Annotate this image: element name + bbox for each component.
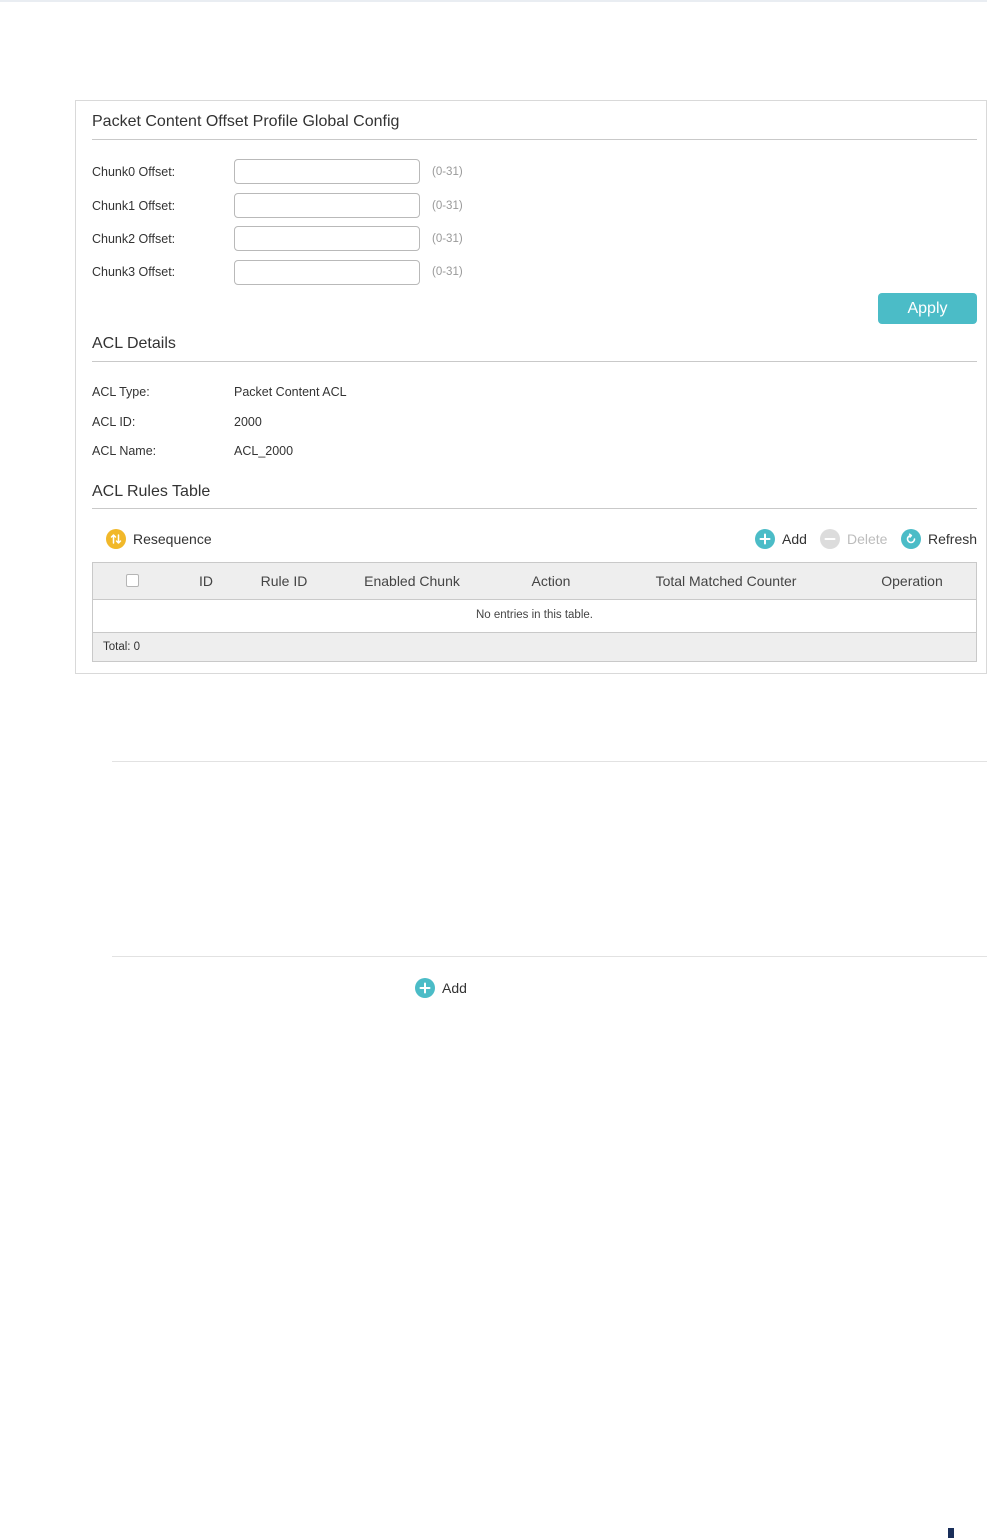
add-rule-label: Add: [782, 531, 807, 547]
column-header-id[interactable]: ID: [171, 563, 241, 600]
lower-add-button[interactable]: Add: [415, 978, 467, 998]
refresh-button[interactable]: Refresh: [901, 529, 977, 549]
column-header-operation[interactable]: Operation: [847, 563, 977, 600]
chunk3-offset-input[interactable]: [234, 260, 420, 285]
chunk0-offset-hint: (0-31): [432, 166, 463, 178]
acl-config-panel: Packet Content Offset Profile Global Con…: [75, 100, 987, 674]
chunk0-offset-label: Chunk0 Offset:: [92, 165, 176, 179]
acl-details-divider: [92, 361, 977, 362]
resequence-icon: [106, 529, 126, 549]
lower-divider-2: [112, 956, 987, 957]
plus-icon: [755, 529, 775, 549]
refresh-icon: [901, 529, 921, 549]
resequence-label: Resequence: [133, 531, 212, 547]
chunk2-offset-label: Chunk2 Offset:: [92, 232, 176, 246]
top-divider: [0, 0, 987, 2]
chunk1-offset-label: Chunk1 Offset:: [92, 199, 176, 213]
lower-add-label: Add: [442, 980, 467, 996]
acl-id-label: ACL ID:: [92, 415, 136, 429]
global-config-divider: [92, 139, 977, 140]
column-header-action[interactable]: Action: [497, 563, 605, 600]
acl-name-label: ACL Name:: [92, 444, 157, 458]
column-header-rule-id[interactable]: Rule ID: [241, 563, 327, 600]
chunk3-offset-label: Chunk3 Offset:: [92, 265, 176, 279]
apply-button[interactable]: Apply: [878, 293, 977, 324]
chunk2-offset-input[interactable]: [234, 226, 420, 251]
delete-rule-button[interactable]: Delete: [820, 529, 887, 549]
plus-icon: [415, 978, 435, 998]
column-header-enabled-chunk[interactable]: Enabled Chunk: [327, 563, 497, 600]
acl-id-value: 2000: [234, 415, 262, 429]
chunk0-offset-input[interactable]: [234, 159, 420, 184]
acl-type-value: Packet Content ACL: [234, 385, 347, 399]
select-all-checkbox[interactable]: [126, 574, 139, 587]
refresh-label: Refresh: [928, 531, 978, 547]
acl-details-title: ACL Details: [92, 335, 176, 352]
corner-mark: [948, 1528, 954, 1538]
chunk3-offset-hint: (0-31): [432, 266, 463, 278]
global-config-title: Packet Content Offset Profile Global Con…: [92, 113, 400, 130]
chunk2-offset-hint: (0-31): [432, 233, 463, 245]
delete-rule-label: Delete: [847, 531, 888, 547]
table-header: ID Rule ID Enabled Chunk Action Total Ma…: [93, 563, 976, 600]
rules-table-divider: [92, 508, 977, 509]
minus-icon: [820, 529, 840, 549]
empty-table-message: No entries in this table.: [476, 609, 593, 621]
acl-type-label: ACL Type:: [92, 385, 150, 399]
acl-name-value: ACL_2000: [234, 444, 294, 458]
chunk1-offset-hint: (0-31): [432, 200, 463, 212]
acl-rules-table: ID Rule ID Enabled Chunk Action Total Ma…: [92, 562, 977, 662]
rules-table-title: ACL Rules Table: [92, 483, 211, 500]
add-rule-button[interactable]: Add: [755, 529, 807, 549]
column-header-total-matched-counter[interactable]: Total Matched Counter: [605, 563, 847, 600]
lower-divider-1: [112, 761, 987, 762]
table-total: Total: 0: [93, 632, 976, 661]
chunk1-offset-input[interactable]: [234, 193, 420, 218]
resequence-button[interactable]: Resequence: [106, 529, 212, 549]
